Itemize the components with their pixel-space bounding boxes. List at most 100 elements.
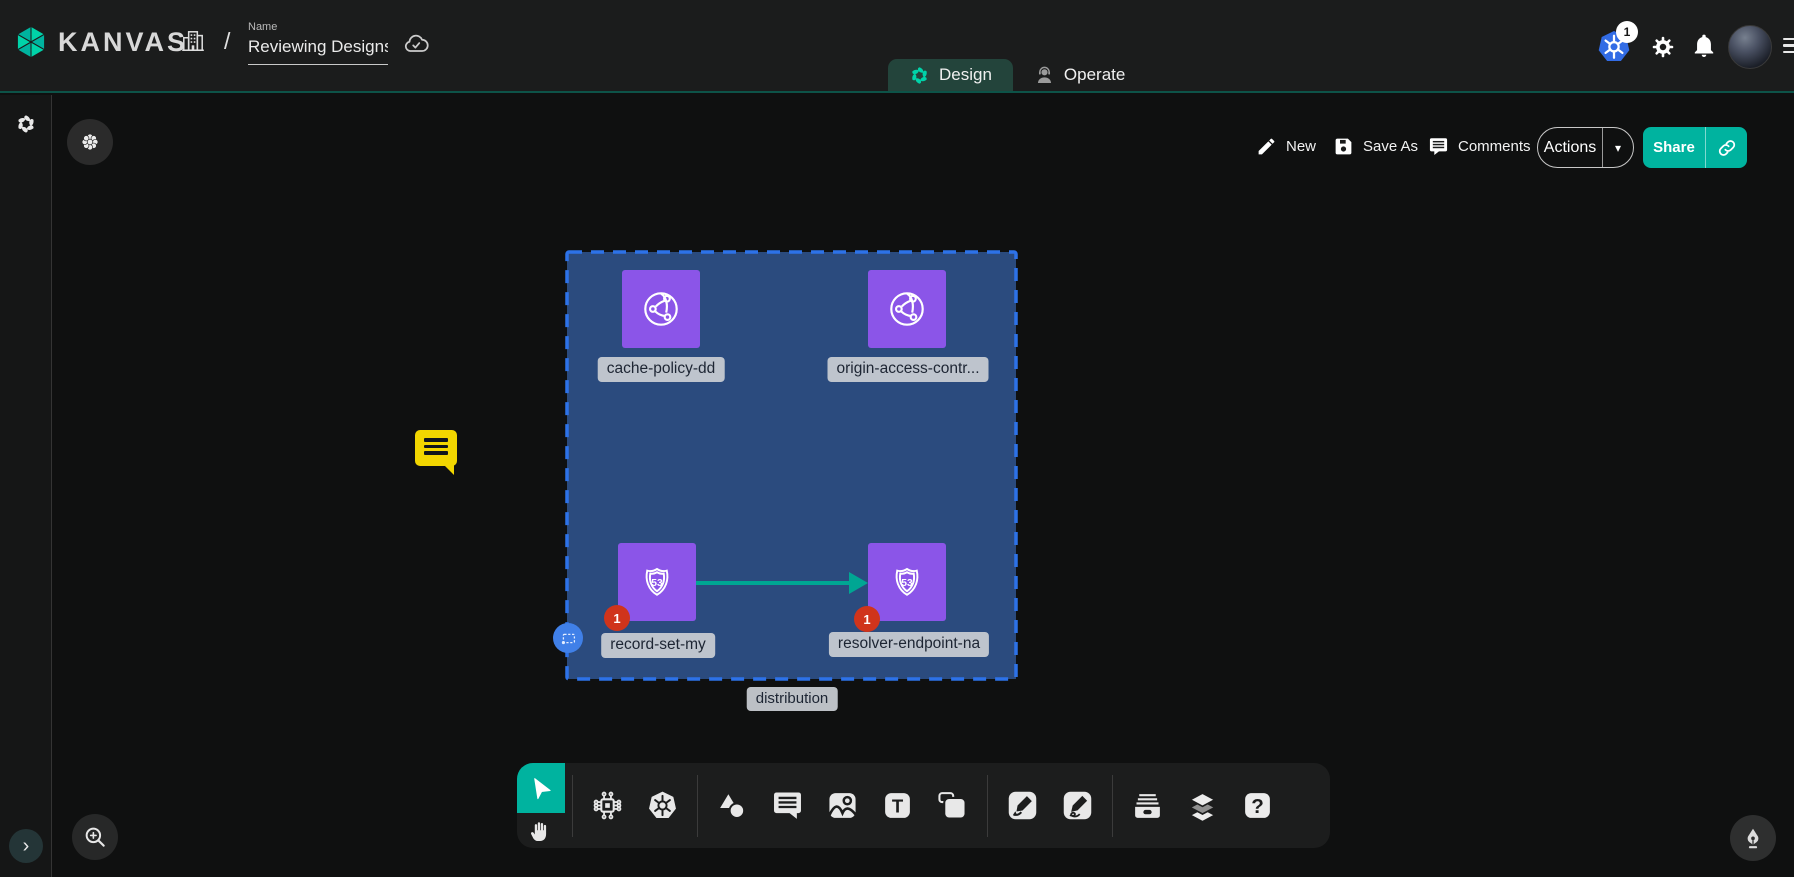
help-icon: ? xyxy=(1241,789,1274,822)
node-cache-policy[interactable] xyxy=(622,270,700,348)
copy-link-button[interactable] xyxy=(1706,138,1747,158)
left-sidebar: › xyxy=(0,95,52,877)
new-label: New xyxy=(1286,138,1316,155)
comment-line xyxy=(424,438,448,442)
meshery-swirl-icon[interactable] xyxy=(15,113,37,135)
node-origin-access-control[interactable] xyxy=(868,270,946,348)
tool-pen[interactable] xyxy=(995,770,1050,842)
share-label: Share xyxy=(1643,139,1705,156)
caret-down-icon[interactable]: ▾ xyxy=(1603,141,1633,155)
save-as-button[interactable]: Save As xyxy=(1333,136,1418,157)
group-selection-handle[interactable] xyxy=(553,623,583,653)
comments-label: Comments xyxy=(1458,138,1531,155)
dock-divider xyxy=(572,775,573,837)
route53-icon-text: 53 xyxy=(901,578,913,589)
node-label-record-set[interactable]: record-set-my xyxy=(601,633,715,658)
overflow-menu-icon[interactable] xyxy=(1783,38,1794,53)
name-field-label: Name xyxy=(248,21,388,33)
dock-divider xyxy=(987,775,988,837)
mode-tabs: Design Operate xyxy=(888,59,1146,91)
cloud-saved-icon[interactable] xyxy=(402,30,430,58)
comment-line xyxy=(424,451,448,455)
organization-building-icon[interactable] xyxy=(180,28,206,54)
route53-icon-text: 53 xyxy=(651,578,663,589)
tool-help[interactable]: ? xyxy=(1230,770,1285,842)
edge-record-set-to-resolver[interactable] xyxy=(694,565,874,601)
node-resolver-endpoint[interactable]: 53 xyxy=(868,543,946,621)
tool-components[interactable] xyxy=(580,770,635,842)
dock-select-pan-column xyxy=(517,763,565,848)
design-name-input[interactable] xyxy=(248,35,388,65)
tool-text[interactable]: T xyxy=(870,770,925,842)
pen-nib-icon xyxy=(1740,825,1766,851)
node-label-resolver-endpoint[interactable]: resolver-endpoint-na xyxy=(829,632,989,657)
cursor-icon xyxy=(529,776,554,801)
pencil-scribble-icon xyxy=(1061,789,1094,822)
kanvas-logo[interactable]: KANVAS xyxy=(14,23,188,61)
comment-line xyxy=(424,445,448,449)
new-button[interactable]: New xyxy=(1256,136,1316,157)
help-glyph: ? xyxy=(1251,795,1264,818)
canvas-options-button[interactable] xyxy=(67,119,113,165)
annotation-pen-button[interactable] xyxy=(1730,815,1776,861)
arrowhead-icon xyxy=(849,572,868,594)
route53-shield-icon: 53 xyxy=(881,556,933,608)
link-icon xyxy=(1717,138,1737,158)
image-icon xyxy=(826,789,859,822)
comment-marker[interactable] xyxy=(415,430,457,466)
globe-network-icon xyxy=(635,283,687,335)
actions-dropdown[interactable]: Actions ▾ xyxy=(1537,127,1634,168)
notifications-bell-icon[interactable] xyxy=(1691,33,1717,59)
floppy-disk-icon xyxy=(1333,136,1354,157)
magnifier-plus-icon xyxy=(82,824,108,850)
tool-shapes[interactable] xyxy=(705,770,760,842)
flower-icon xyxy=(78,130,102,154)
comment-bubble-icon xyxy=(1428,136,1449,157)
actions-label: Actions xyxy=(1538,139,1602,157)
group-label-distribution[interactable]: distribution xyxy=(747,687,838,711)
kubernetes-context-count-badge[interactable]: 1 xyxy=(1616,21,1638,43)
text-tool-glyph: T xyxy=(892,795,904,816)
user-avatar[interactable] xyxy=(1728,25,1772,69)
share-button[interactable]: Share xyxy=(1643,127,1747,168)
dock-divider xyxy=(1112,775,1113,837)
layers-icon xyxy=(1186,789,1219,822)
kubernetes-helm-icon xyxy=(646,789,679,822)
tool-dock: T xyxy=(517,763,1330,848)
shapes-icon xyxy=(716,789,749,822)
tool-media[interactable] xyxy=(815,770,870,842)
tab-design[interactable]: Design xyxy=(888,59,1013,91)
node-label-origin-access-control[interactable]: origin-access-contr... xyxy=(828,357,989,382)
error-count-badge-resolver-endpoint[interactable]: 1 xyxy=(854,606,880,632)
sticky-note-icon xyxy=(936,789,969,822)
node-label-cache-policy[interactable]: cache-policy-dd xyxy=(598,357,725,382)
hand-icon xyxy=(529,819,553,843)
zoom-in-button[interactable] xyxy=(72,814,118,860)
tool-kubernetes[interactable] xyxy=(635,770,690,842)
logo-wordmark: KANVAS xyxy=(58,27,188,58)
globe-network-icon xyxy=(881,283,933,335)
settings-gear-icon[interactable] xyxy=(1650,34,1676,60)
comments-button[interactable]: Comments xyxy=(1428,136,1531,157)
tool-drawer[interactable] xyxy=(1120,770,1175,842)
sidebar-expand-button[interactable]: › xyxy=(9,829,43,863)
tool-comment[interactable] xyxy=(760,770,815,842)
tool-pencil[interactable] xyxy=(1050,770,1105,842)
save-as-label: Save As xyxy=(1363,138,1418,155)
tool-note[interactable] xyxy=(925,770,980,842)
drawer-icon xyxy=(1131,789,1164,822)
tab-operate-label: Operate xyxy=(1064,65,1125,85)
tool-select[interactable] xyxy=(517,763,565,813)
tool-pan[interactable] xyxy=(517,813,565,848)
error-count-badge-record-set[interactable]: 1 xyxy=(604,605,630,631)
design-swirl-icon xyxy=(909,65,930,86)
tab-operate[interactable]: Operate xyxy=(1013,59,1146,91)
kanvas-hexagon-icon xyxy=(14,23,48,61)
comment-bubble-icon xyxy=(771,789,804,822)
node-record-set[interactable]: 53 xyxy=(618,543,696,621)
text-icon: T xyxy=(881,789,914,822)
top-bar: KANVAS / Name xyxy=(0,0,1794,93)
dock-divider xyxy=(697,775,698,837)
tool-layers[interactable] xyxy=(1175,770,1230,842)
pen-icon xyxy=(1006,789,1039,822)
